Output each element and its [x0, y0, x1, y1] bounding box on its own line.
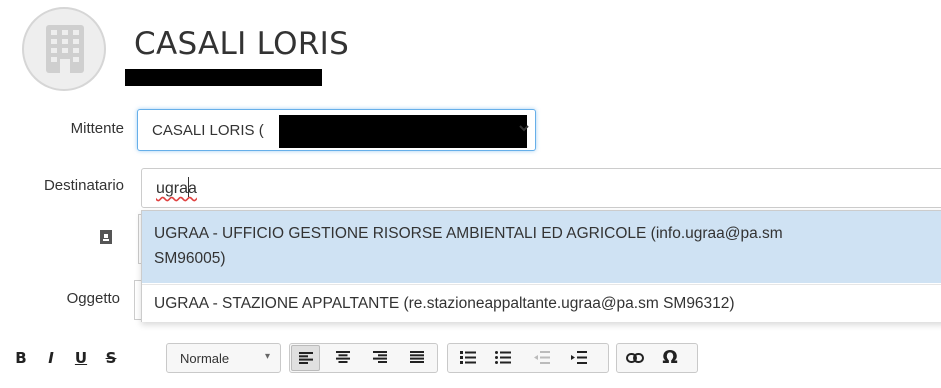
align-center-icon	[336, 351, 350, 363]
format-select[interactable]: Normale ▾	[166, 343, 281, 373]
suggestion-item[interactable]: UGRAA - STAZIONE APPALTANTE (re.stazione…	[142, 284, 941, 322]
suggestion-line: UGRAA - UFFICIO GESTIONE RISORSE AMBIENT…	[154, 225, 783, 242]
indent-button[interactable]	[566, 345, 592, 371]
align-justify-icon	[410, 351, 424, 363]
bold-button[interactable]: B	[10, 343, 32, 373]
editor-toolbar: B I U S Normale ▾ Ω	[0, 334, 941, 388]
destinatario-label: Destinatario	[43, 177, 124, 194]
underline-button[interactable]: U	[70, 343, 92, 373]
link-button[interactable]	[622, 345, 648, 371]
align-center-button[interactable]	[330, 345, 356, 371]
suggestion-line: SM96005)	[154, 250, 226, 267]
numbered-list-icon	[460, 351, 476, 364]
strikethrough-button[interactable]: S	[100, 343, 122, 373]
special-character-button[interactable]: Ω	[656, 343, 684, 373]
destinatario-input[interactable]: ugraa	[141, 168, 941, 208]
autocomplete-dropdown: UGRAA - UFFICIO GESTIONE RISORSE AMBIENT…	[141, 210, 941, 322]
bullet-list-button[interactable]	[490, 345, 516, 371]
avatar	[22, 7, 106, 91]
redaction-bar	[125, 69, 322, 86]
address-book-icon[interactable]	[100, 230, 112, 249]
chevron-down-icon	[518, 121, 530, 137]
suggestion-item[interactable]: UGRAA - UFFICIO GESTIONE RISORSE AMBIENT…	[142, 211, 941, 283]
text-cursor	[188, 177, 189, 197]
mittente-value: CASALI LORIS (	[152, 122, 264, 139]
destinatario-text: ugraa	[156, 180, 197, 197]
mittente-select[interactable]: CASALI LORIS (	[137, 109, 536, 151]
redaction-bar	[279, 115, 527, 148]
format-label: Normale	[180, 351, 230, 366]
italic-button[interactable]: I	[40, 343, 62, 373]
oggetto-label: Oggetto	[66, 290, 120, 307]
outdent-icon	[534, 351, 550, 364]
align-justify-button[interactable]	[404, 345, 430, 371]
numbered-list-button[interactable]	[455, 345, 481, 371]
align-right-button[interactable]	[367, 345, 393, 371]
outdent-button[interactable]	[529, 345, 555, 371]
caret-down-icon: ▾	[264, 351, 270, 362]
align-left-button[interactable]	[291, 345, 320, 371]
align-right-icon	[373, 351, 387, 363]
destinatario-value: ugraa	[156, 180, 197, 198]
mittente-label: Mittente	[70, 120, 124, 137]
building-icon	[46, 25, 84, 73]
page-title: CASALI LORIS	[134, 26, 350, 62]
indent-icon	[571, 351, 587, 364]
align-left-icon	[299, 352, 313, 364]
bullet-list-icon	[495, 351, 511, 364]
link-icon	[626, 353, 644, 363]
suggestion-line: UGRAA - STAZIONE APPALTANTE (re.stazione…	[154, 295, 735, 312]
